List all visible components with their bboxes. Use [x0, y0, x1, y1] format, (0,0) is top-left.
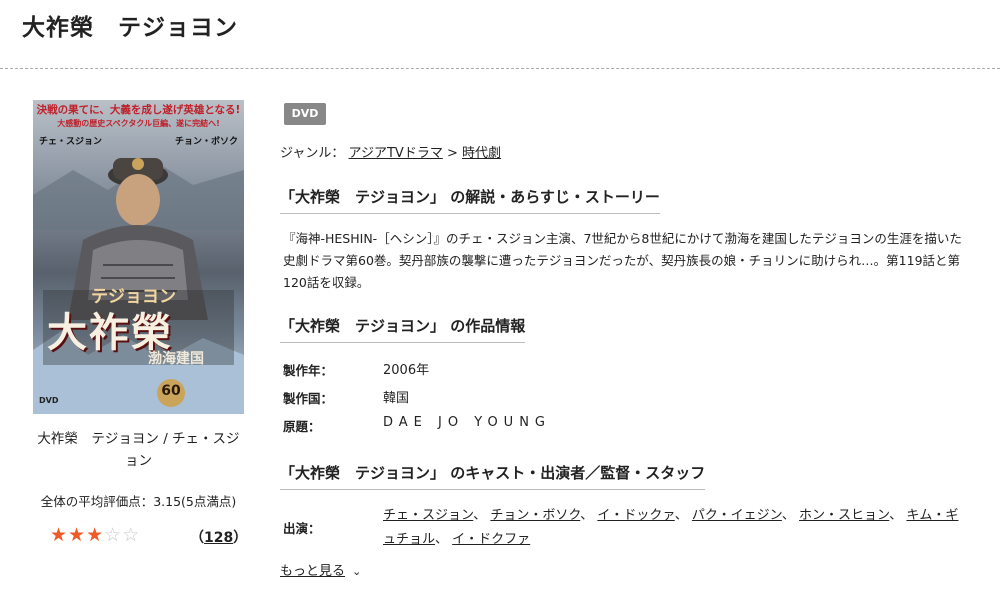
cast-separator: 、	[435, 532, 449, 547]
production-year-value: 2006年	[383, 363, 430, 378]
cover-volume: 60	[161, 383, 181, 399]
star-empty-icon: ☆	[122, 524, 141, 546]
genre-separator: >	[446, 146, 458, 161]
show-more-button[interactable]: もっと見る ⌄	[280, 560, 361, 579]
cast-label: 出演：	[283, 521, 321, 536]
cast-member-link[interactable]: イ・ドクファ	[452, 532, 530, 547]
cover-actor-right: チョン・ボソク	[174, 137, 238, 147]
review-count-link[interactable]: （128）	[190, 527, 247, 547]
cast-heading: 「大祚榮 テジョヨン」 のキャスト・出演者／監督・スタッフ	[280, 462, 706, 490]
show-more-label: もっと見る	[280, 564, 346, 579]
cover-format-mark: DVD	[39, 396, 59, 405]
original-title-label: 原題：	[283, 419, 321, 434]
format-badge: DVD	[284, 103, 326, 125]
star-full-icon: ★	[68, 524, 87, 546]
info-heading: 「大祚榮 テジョヨン」 の作品情報	[280, 315, 526, 343]
synopsis-heading: 「大祚榮 テジョヨン」 の解説・あらすじ・ストーリー	[280, 186, 660, 214]
cover-artwork	[33, 158, 244, 414]
cast-separator: 、	[781, 508, 795, 523]
cast-separator: 、	[674, 508, 688, 523]
cast-member-link[interactable]: パク・イェジン	[692, 508, 782, 523]
cover-tagline: 決戦の果てに、大義を成し遂げ英雄となる!	[36, 104, 241, 116]
cast-list: チェ・スジョン、 チョン・ボソク、 イ・ドックァ、 パク・イェジン、 ホン・スヒ…	[383, 504, 968, 552]
cast-separator: 、	[889, 508, 903, 523]
star-empty-icon: ☆	[104, 524, 123, 546]
synopsis-text: 『海神-HESHIN-［ヘシン］』のチェ・スジョン主演、7世紀から8世紀にかけて…	[283, 231, 962, 290]
cover-subtagline: 大感動の歴史スペクタクル巨編、遂に完結へ!	[57, 119, 220, 128]
title-divider	[0, 68, 1000, 69]
genre-link-period-drama[interactable]: 時代劇	[462, 146, 501, 161]
star-full-icon: ★	[86, 524, 105, 546]
genre-link-asian-tv-drama[interactable]: アジアTVドラマ	[349, 146, 443, 161]
cast-member-link[interactable]: ホン・スヒョン	[799, 508, 889, 523]
review-count: 128	[204, 530, 234, 546]
production-country-label: 製作国：	[283, 391, 334, 406]
product-caption: 大祚榮 テジョヨン / チェ・スジョン	[37, 431, 240, 469]
average-rating-label: 全体の平均評価点：3.15(5点満点)	[40, 494, 237, 509]
cover-actor-left: チェ・スジョン	[39, 137, 103, 147]
genre-breadcrumb: ジャンル： アジアTVドラマ > 時代劇	[280, 142, 501, 161]
cast-member-link[interactable]: チョン・ボソク	[490, 508, 580, 523]
star-full-icon: ★	[50, 524, 69, 546]
cast-separator: 、	[580, 508, 594, 523]
page-title: 大祚榮 テジョヨン	[22, 15, 238, 41]
cast-member-link[interactable]: チェ・スジョン	[383, 508, 473, 523]
cast-member-link[interactable]: イ・ドックァ	[597, 508, 674, 523]
genre-label: ジャンル：	[280, 146, 345, 161]
original-title-value: DAE JO YOUNG	[383, 415, 551, 430]
production-year-label: 製作年：	[283, 363, 334, 378]
rating-stars: ★★★☆☆	[50, 524, 140, 546]
cast-separator: 、	[473, 508, 487, 523]
chevron-down-icon: ⌄	[352, 565, 362, 578]
production-country-value: 韓国	[383, 391, 410, 406]
cover-subtitle: 渤海建国	[148, 351, 204, 367]
cover-image[interactable]: 決戦の果てに、大義を成し遂げ英雄となる! 大感動の歴史スペクタクル巨編、遂に完結…	[33, 100, 244, 414]
